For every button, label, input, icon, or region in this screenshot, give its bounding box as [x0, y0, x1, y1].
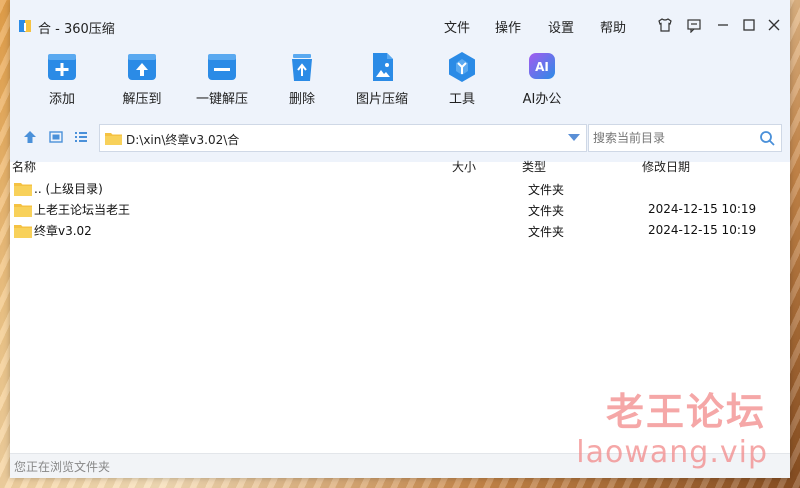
app-window: 合 - 360压缩 文件 操作 设置 帮助 添加 解压到 一键解压 删除 图片压…	[10, 0, 790, 478]
column-type[interactable]: 类型	[522, 158, 546, 175]
image-compress-label: 图片压缩	[355, 92, 408, 107]
feedback-icon[interactable]	[683, 14, 705, 36]
tools-icon	[449, 52, 475, 82]
file-type: 文件夹	[528, 204, 565, 218]
file-name: .. (上级目录)	[34, 182, 103, 196]
file-modified: 2024-12-15 10:19	[648, 202, 757, 216]
file-row-parent[interactable]: .. (上级目录) 文件夹	[10, 178, 790, 199]
list-view-icon[interactable]	[72, 128, 90, 146]
file-row[interactable]: 上老王论坛当老王 文件夹 2024-12-15 10:19	[10, 199, 790, 220]
maximize-icon[interactable]	[738, 14, 760, 36]
one-click-extract-label: 一键解压	[195, 92, 248, 107]
add-icon	[48, 54, 76, 80]
image-compress-icon	[373, 53, 393, 81]
skin-icon[interactable]	[654, 14, 676, 36]
ai-office-label: AI办公	[522, 92, 562, 107]
extract-to-button[interactable]: 解压到	[102, 50, 182, 107]
menu-file[interactable]: 文件	[444, 17, 470, 36]
title-bar: 合 - 360压缩 文件 操作 设置 帮助	[10, 0, 790, 50]
file-row[interactable]: 终章v3.02 文件夹 2024-12-15 10:19	[10, 220, 790, 241]
current-path: D:\xin\终章v3.02\合	[126, 133, 240, 147]
toolbar: 添加 解压到 一键解压 删除 图片压缩 工具 AI AI办公	[10, 50, 790, 116]
delete-label: 删除	[288, 92, 315, 107]
folder-icon	[105, 133, 122, 145]
delete-button[interactable]: 删除	[262, 50, 342, 107]
ai-badge-text: AI	[535, 60, 549, 74]
close-icon[interactable]	[763, 14, 785, 36]
minimize-icon[interactable]	[712, 14, 734, 36]
file-type: 文件夹	[528, 225, 565, 239]
file-name: 终章v3.02	[34, 224, 92, 238]
app-logo-icon	[19, 20, 31, 32]
window-title: 合 - 360压缩	[38, 22, 115, 37]
search-input[interactable]	[591, 130, 755, 146]
add-label: 添加	[48, 92, 75, 107]
tools-label: 工具	[448, 92, 475, 107]
status-text: 您正在浏览文件夹	[14, 460, 111, 474]
tools-button[interactable]: 工具	[422, 50, 502, 107]
up-arrow-icon[interactable]	[21, 128, 39, 146]
dropdown-arrow-icon[interactable]	[568, 134, 580, 142]
watermark-title: 老王论坛	[605, 390, 766, 434]
menu-operate[interactable]: 操作	[495, 17, 521, 36]
extract-to-label: 解压到	[122, 92, 162, 107]
search-field[interactable]	[588, 124, 782, 152]
extract-to-icon	[128, 54, 156, 80]
add-button[interactable]: 添加	[22, 50, 102, 107]
watermark-url: laowang.vip	[576, 435, 768, 470]
address-bar: D:\xin\终章v3.02\合	[10, 116, 790, 162]
one-click-extract-button[interactable]: 一键解压	[182, 50, 262, 107]
recycle-bin-icon	[292, 54, 312, 81]
ai-office-icon: AI	[529, 53, 555, 79]
menu-help[interactable]: 帮助	[600, 17, 626, 36]
folder-icon	[14, 183, 32, 196]
file-name: 上老王论坛当老王	[34, 203, 131, 217]
ai-office-button[interactable]: AI AI办公	[502, 50, 582, 107]
file-modified: 2024-12-15 10:19	[648, 223, 757, 237]
menu-settings[interactable]: 设置	[548, 17, 574, 36]
folder-icon	[14, 204, 32, 217]
one-click-extract-icon	[208, 54, 236, 80]
column-modified[interactable]: 修改日期	[642, 158, 690, 175]
path-field[interactable]: D:\xin\终章v3.02\合	[99, 124, 587, 152]
thumbnail-view-icon[interactable]	[47, 128, 65, 146]
folder-icon	[14, 225, 32, 238]
column-size[interactable]: 大小	[452, 158, 476, 175]
image-compress-button[interactable]: 图片压缩	[342, 50, 422, 107]
column-name[interactable]: 名称	[12, 158, 36, 175]
file-list-header: 名称 大小 类型 修改日期	[10, 158, 790, 176]
file-type: 文件夹	[528, 183, 565, 197]
search-icon[interactable]	[759, 130, 775, 146]
